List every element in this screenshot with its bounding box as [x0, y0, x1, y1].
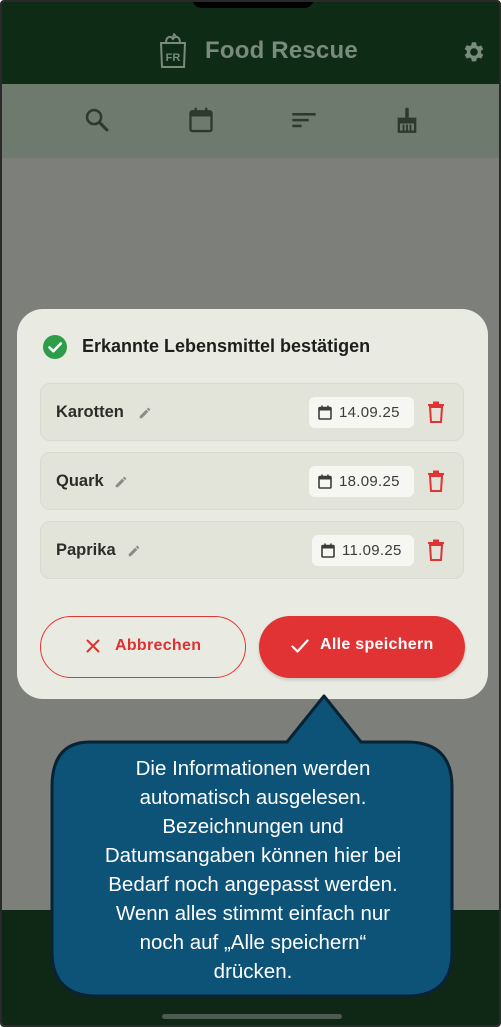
calendar-icon[interactable]	[187, 106, 215, 134]
list-item: Quark 18.09.25	[40, 452, 464, 510]
check-circle-icon	[43, 335, 67, 359]
save-all-button[interactable]: Alle speichern	[259, 616, 465, 678]
dialog-title: Erkannte Lebensmittel bestätigen	[82, 336, 371, 356]
item-name-field[interactable]: Karotten	[56, 403, 124, 422]
sort-icon[interactable]	[290, 106, 318, 134]
tooltip-line: Bedarf noch angepasst werden.	[108, 873, 398, 896]
app-logo-icon: FR	[159, 33, 187, 68]
close-icon	[86, 639, 100, 653]
date-picker-chip[interactable]: 14.09.25	[309, 397, 414, 428]
filter-toolbar	[2, 84, 499, 158]
tooltip-line: Datumsangaben können hier bei	[104, 844, 402, 867]
calendar-icon	[321, 543, 335, 558]
confirm-dialog: Erkannte Lebensmittel bestätigen Karotte…	[17, 309, 488, 699]
cancel-button-label: Abbrechen	[115, 637, 202, 654]
tooltip-line: Bezeichnungen und	[162, 815, 344, 838]
app-bar: FR Food Rescue	[2, 2, 499, 84]
tooltip-line: drücken.	[213, 960, 293, 983]
phone-screen: FR Food Rescue Erkannte Lebensmittel bes…	[0, 0, 501, 1027]
tooltip-text: Die Informationen werden automatisch aus…	[64, 754, 442, 986]
tooltip-line: automatisch ausgelesen.	[139, 786, 367, 809]
date-picker-chip[interactable]: 11.09.25	[312, 535, 414, 566]
home-indicator[interactable]	[162, 1014, 342, 1019]
app-logo-text: FR	[166, 52, 181, 64]
trash-icon[interactable]	[427, 539, 445, 561]
tooltip-line: Die Informationen werden	[135, 757, 371, 780]
expiry-date: 11.09.25	[342, 542, 402, 559]
list-item: Paprika 11.09.25	[40, 521, 464, 579]
cancel-button[interactable]: Abbrechen	[40, 616, 246, 678]
pencil-icon[interactable]	[127, 544, 141, 558]
tooltip-line: noch auf „Alle speichern“	[139, 931, 367, 954]
cleaning-brush-icon[interactable]	[393, 106, 421, 134]
expiry-date: 18.09.25	[339, 473, 400, 490]
expiry-date: 14.09.25	[339, 404, 400, 421]
trash-icon[interactable]	[427, 470, 445, 492]
save-all-button-label: Alle speichern	[320, 636, 434, 653]
app-title: Food Rescue	[205, 37, 358, 64]
camera-notch	[192, 2, 314, 8]
trash-icon[interactable]	[427, 401, 445, 423]
calendar-icon	[318, 405, 332, 420]
pencil-icon[interactable]	[114, 475, 128, 489]
gear-icon[interactable]	[460, 39, 486, 65]
search-icon[interactable]	[83, 106, 111, 134]
list-item: Karotten 14.09.25	[40, 383, 464, 441]
pencil-icon[interactable]	[138, 406, 152, 420]
item-name-field[interactable]: Paprika	[56, 541, 116, 560]
checkmark-icon	[291, 639, 309, 653]
date-picker-chip[interactable]: 18.09.25	[309, 466, 414, 497]
tooltip-line: Wenn alles stimmt einfach nur	[115, 902, 391, 925]
item-name-field[interactable]: Quark	[56, 472, 104, 491]
calendar-icon	[318, 474, 332, 489]
